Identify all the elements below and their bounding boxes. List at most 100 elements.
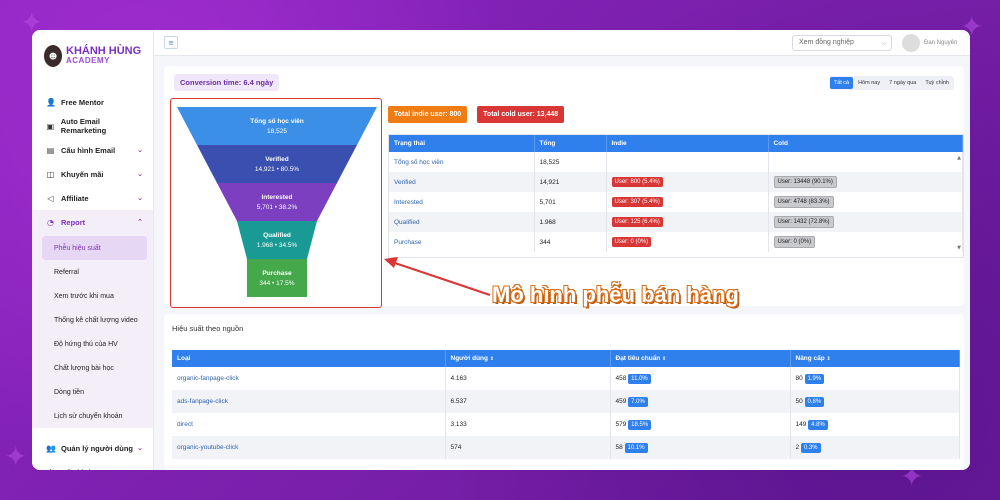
total-cell: 14,921: [534, 172, 607, 192]
date-range-tab[interactable]: Tuỳ chỉnh: [921, 77, 953, 89]
users-cell: 3.133: [445, 413, 611, 436]
colleague-select-label: Xem đồng nghiệp: [799, 39, 854, 46]
date-range-tab[interactable]: Tất cả: [829, 77, 854, 89]
source-type-link[interactable]: organic-fanpage-click: [172, 367, 446, 390]
sales-funnel-chart: Tổng số học viên 18,525 Verified 14,921 • 8…: [170, 98, 382, 308]
upgrade-cell: 80 1.9%: [790, 367, 960, 390]
sidebar-item-label: Affiliate: [61, 193, 89, 203]
totals: Total indie user: 800 Total cold user: 1…: [388, 106, 565, 123]
upgrade-pct-badge: 0.3%: [800, 442, 821, 453]
total-cell: 5,701: [534, 192, 607, 212]
report-subitem[interactable]: Lịch sử chuyển khoản: [32, 404, 147, 428]
cold-cell: User: 1432 (72.8%): [768, 212, 963, 232]
indie-cell: [606, 152, 769, 172]
total-indie-badge: Total indie user: 800: [388, 106, 468, 123]
status-link[interactable]: Qualified: [389, 212, 535, 232]
date-range-tab[interactable]: Hôm nay: [854, 77, 884, 89]
funnel-stage: Tổng số học viên 18,525: [171, 107, 383, 145]
source-type-link[interactable]: direct: [172, 413, 446, 436]
column-header[interactable]: Người dùng ⇕: [445, 350, 611, 367]
table-row: Purchase 344 User: 0 (0%) User: 0 (0%): [389, 232, 963, 252]
qualified-pct-badge: 11.0%: [628, 373, 651, 384]
sidebar-item-label: Cấu hình Email: [61, 145, 116, 155]
sidebar-item-gear[interactable]: ⚙ Cấu hình ⌄: [32, 460, 153, 471]
annotation-text: Mô hình phễu bán hàng: [492, 282, 739, 307]
report-subitem[interactable]: Thống kê chất lượng video: [32, 308, 147, 332]
funnel-stage-value: 344 • 17.5%: [259, 279, 295, 287]
gear-icon: ⚙: [46, 468, 55, 471]
report-subitem[interactable]: Độ hứng thú của HV: [32, 332, 147, 356]
qualified-cell: 459 7.0%: [610, 390, 791, 413]
column-header[interactable]: Nâng cấp ⇕: [790, 350, 960, 367]
cold-cell: User: 0 (0%): [768, 232, 963, 252]
sidebar-item-chart-pie[interactable]: ◔ Report ⌃: [32, 210, 153, 234]
report-subitem[interactable]: Phễu hiệu suất: [42, 236, 147, 260]
table-row: organic-fanpage-click 4.163 458 11.0% 80 1.…: [172, 367, 960, 390]
user-menu[interactable]: Đan Nguyên: [902, 33, 970, 53]
status-link[interactable]: Purchase: [389, 232, 535, 252]
report-subitem[interactable]: Xem trước khi mua: [32, 284, 147, 308]
status-link[interactable]: Tổng số học viên: [389, 152, 535, 172]
user-name: Đan Nguyên: [924, 40, 958, 46]
scroll-up-icon[interactable]: ▲: [957, 155, 961, 161]
qualified-pct-badge: 18.5%: [628, 419, 652, 430]
main-area: ≡ Xem đồng nghiệp ⌵ Đan Nguyên Conversion…: [154, 30, 970, 470]
conversion-time-badge: Conversion time: 6.4 ngày: [174, 74, 280, 91]
qualified-cell: 58 10.1%: [610, 436, 791, 459]
qualified-count: 459: [615, 397, 627, 405]
scroll-down-icon[interactable]: ▼: [957, 245, 961, 251]
funnel-stage-name: Purchase: [262, 269, 292, 277]
source-performance-card: Hiệu suất theo nguồn Loại Người dùng ⇕ Đạt…: [164, 314, 964, 470]
status-link[interactable]: Verified: [389, 172, 535, 192]
source-title: Hiệu suất theo nguồn: [172, 324, 244, 333]
status-link[interactable]: Interested: [389, 192, 535, 212]
report-subitem[interactable]: Chất lượng bài học: [32, 356, 147, 380]
logo-subtitle: ACADEMY: [66, 56, 110, 65]
report-subitem[interactable]: Dòng tiền: [32, 380, 147, 404]
table-row: Verified 14,921 User: 800 (5.4%) User: 1344…: [389, 172, 963, 192]
cold-badge: User: 1432 (72.8%): [773, 216, 834, 228]
chevron-up-icon: ⌃: [137, 218, 143, 226]
chevron-down-icon: ⌄: [137, 444, 143, 452]
logo[interactable]: ☻ KHÁNH HÙNG ACADEMY: [32, 30, 153, 82]
source-type-link[interactable]: ads-fanpage-click: [172, 390, 446, 413]
colleague-select[interactable]: Xem đồng nghiệp ⌵: [792, 35, 892, 51]
share-icon: ◁: [47, 193, 54, 203]
top-bar: ≡ Xem đồng nghiệp ⌵ Đan Nguyên: [154, 30, 970, 56]
menu-toggle-icon[interactable]: ≡: [164, 36, 178, 49]
cold-cell: [768, 152, 963, 172]
report-subitem[interactable]: Referral: [32, 260, 147, 284]
qualified-cell: 579 18.5%: [610, 413, 791, 436]
table-row: Qualified 1.968 User: 125 (6.4%) User: 1432…: [389, 212, 963, 232]
column-header: Cold: [768, 135, 963, 152]
sidebar-item-label: Free Mentor: [61, 97, 104, 107]
chevron-down-icon: ⌵: [881, 39, 887, 47]
sidebar-item-briefcase[interactable]: ▤ Cấu hình Email ⌄: [32, 138, 153, 162]
sidebar-item-users[interactable]: 👥 Quản lý người dùng ⌄: [32, 436, 153, 460]
briefcase-icon: ▤: [46, 145, 55, 155]
date-range-tab[interactable]: 7 ngày qua: [885, 77, 920, 89]
indie-badge: User: 307 (5.4%): [611, 197, 663, 207]
users-icon: 👥: [46, 443, 56, 453]
sidebar-item-share[interactable]: ◁ Affiliate ⌄: [32, 186, 153, 210]
sidebar-item-label: Khuyến mãi: [61, 169, 104, 179]
column-header[interactable]: Đạt tiêu chuẩn ⇕: [610, 350, 791, 367]
table-row: ads-fanpage-click 6.537 459 7.0% 50 0.8%: [172, 390, 960, 413]
funnel-stage-name: Qualified: [263, 231, 291, 239]
cold-badge: User: 0 (0%): [773, 236, 816, 248]
upgrade-pct-badge: 4.8%: [808, 419, 828, 430]
users-cell: 4.163: [445, 367, 611, 390]
column-header: Indie: [606, 135, 769, 152]
qualified-count: 579: [615, 420, 627, 428]
sort-icon: ⇕: [660, 356, 667, 362]
ticket-icon: ◫: [46, 169, 55, 179]
source-type-link[interactable]: organic-youtube-click: [172, 436, 446, 459]
sidebar-item-mail-auto[interactable]: ▣ Auto Email Remarketing: [32, 114, 153, 138]
sidebar-item-user[interactable]: 👤 Free Mentor: [32, 90, 153, 114]
table-row: Interested 5,701 User: 307 (5.4%) User: 474…: [389, 192, 963, 212]
mail-auto-icon: ▣: [46, 121, 55, 131]
funnel-stage: Purchase 344 • 17.5%: [171, 259, 383, 297]
upgrade-count: 80: [795, 374, 803, 382]
sidebar-item-ticket[interactable]: ◫ Khuyến mãi ⌄: [32, 162, 153, 186]
